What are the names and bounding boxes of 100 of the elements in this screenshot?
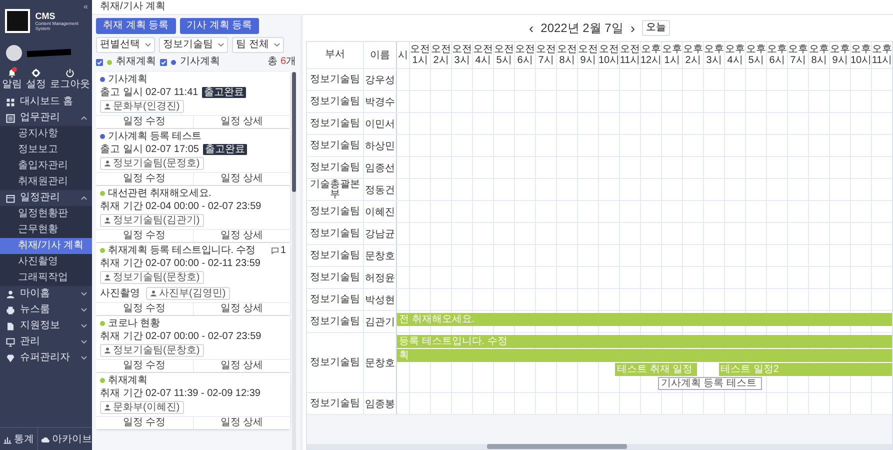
card-action-button[interactable]: 일정 수정 bbox=[96, 417, 192, 429]
hour-header: 오후 8시 bbox=[808, 42, 829, 68]
menu-item[interactable]: 마이홈 bbox=[0, 286, 92, 302]
submenu-item[interactable]: 출입자관리 bbox=[0, 158, 92, 174]
hour-header: 오후 6시 bbox=[766, 42, 787, 68]
person-icon bbox=[104, 404, 111, 411]
assignee-role: 사진촬영 bbox=[100, 287, 140, 300]
legend-label: 기사계획 bbox=[180, 56, 220, 68]
card-action-button[interactable]: 일정 상세 bbox=[192, 173, 290, 185]
card-action-button[interactable]: 일정 상세 bbox=[192, 303, 290, 315]
plan-date: 출고 일시 02-07 11:41 bbox=[100, 87, 198, 98]
filter-dropdown[interactable]: 팀 전체 bbox=[232, 37, 284, 53]
current-date: 2022년 2월 7일 bbox=[540, 20, 624, 36]
menu-label: 대시보드 홈 bbox=[20, 96, 74, 108]
previous-day-button[interactable]: ‹ bbox=[528, 21, 534, 35]
person-icon bbox=[104, 274, 111, 281]
name-cell: 이민서 bbox=[364, 113, 397, 134]
name-cell: 강남균 bbox=[364, 223, 397, 244]
card-action-button[interactable]: 일정 수정 bbox=[96, 116, 192, 128]
person-icon bbox=[104, 103, 111, 110]
schedule-bar[interactable]: 기사계획 등록 테스트 bbox=[658, 377, 762, 390]
submenu-item[interactable]: 사진촬영 bbox=[0, 254, 92, 270]
menu-item[interactable]: 뉴스룸 bbox=[0, 302, 92, 318]
submenu-item[interactable]: 취재/기사 계획 bbox=[0, 238, 92, 254]
caret-icon bbox=[274, 43, 280, 47]
submenu-item[interactable]: 근무현황 bbox=[0, 222, 92, 238]
plan-date: 취재 기간 02-07 00:00 - 02-07 23:59 bbox=[100, 331, 262, 342]
quick-action-label[interactable]: 설정 bbox=[26, 79, 46, 90]
hour-header: 오후 9시 bbox=[829, 42, 850, 68]
menu-label: 뉴스룸 bbox=[20, 304, 51, 316]
submenu-item[interactable]: 취재원관리 bbox=[0, 174, 92, 190]
submenu-item[interactable]: 공지사항 bbox=[0, 126, 92, 142]
legend-label: 취재계획 bbox=[116, 56, 156, 68]
menu-item[interactable]: 지원정보 bbox=[0, 318, 92, 334]
menu-item[interactable]: 대시보드 홈 bbox=[0, 94, 92, 110]
today-button[interactable]: 오늘 bbox=[642, 20, 670, 36]
name-cell: 문창호 bbox=[364, 245, 397, 266]
plan-title: 기사계획 등록 테스트 bbox=[108, 131, 202, 142]
card-action-button[interactable]: 일정 상세 bbox=[192, 230, 290, 242]
quick-action-label[interactable]: 로그아웃 bbox=[50, 79, 90, 90]
bar-chart-icon bbox=[3, 434, 12, 444]
hour-header: 오후 11시 bbox=[871, 42, 892, 68]
menu-item[interactable]: 슈퍼관리자 bbox=[0, 350, 92, 366]
column-header: 부서 bbox=[307, 42, 364, 68]
assignee-tag: 정보기술팀(문창호) bbox=[100, 271, 204, 284]
name-cell: 임종선 bbox=[364, 157, 397, 178]
submenu-item[interactable]: 정보보고 bbox=[0, 142, 92, 158]
hour-header: 오후 7시 bbox=[787, 42, 808, 68]
department-cell: 정보기술팀 bbox=[307, 201, 364, 222]
name-cell: 강우성 bbox=[364, 69, 397, 90]
checkbox[interactable] bbox=[160, 58, 167, 66]
card-action-button[interactable]: 일정 상세 bbox=[192, 360, 290, 372]
person-icon bbox=[104, 160, 111, 167]
hour-header: 오후 10시 bbox=[850, 42, 871, 68]
menu-label: 지원정보 bbox=[20, 320, 61, 332]
card-action-button[interactable]: 일정 상세 bbox=[192, 417, 290, 429]
department-cell: 정보기술팀 bbox=[307, 333, 364, 392]
scrollbar[interactable] bbox=[292, 72, 296, 450]
hour-header: 오전 7시 bbox=[535, 42, 556, 68]
department-cell: 정보기술팀 bbox=[307, 113, 364, 134]
list-icon bbox=[6, 114, 15, 122]
next-day-button[interactable]: › bbox=[630, 21, 636, 35]
quick-action-label[interactable]: 알림 bbox=[2, 79, 22, 90]
monitor-icon bbox=[6, 338, 15, 346]
caret-icon bbox=[145, 43, 151, 47]
hour-header: 오전 6시 bbox=[514, 42, 535, 68]
comment-count: 1 bbox=[280, 245, 286, 256]
filter-dropdown[interactable]: 편별선택 bbox=[96, 37, 155, 53]
filter-dropdown[interactable]: 정보기술팀 bbox=[159, 37, 228, 53]
assignee-tag: 정보기술팀(문창호) bbox=[100, 344, 204, 357]
footer-button[interactable]: 통계 bbox=[0, 428, 37, 450]
hour-header: 오전 2시 bbox=[430, 42, 451, 68]
hour-header: 시 bbox=[397, 48, 409, 62]
plan-title: 취재계획 등록 테스트입니다. 수정 bbox=[108, 245, 257, 256]
card-action-button[interactable]: 일정 상세 bbox=[192, 116, 290, 128]
hour-header: 오후 4시 bbox=[724, 42, 745, 68]
card-action-button[interactable]: 일정 수정 bbox=[96, 173, 192, 185]
hour-header: 오후 3시 bbox=[703, 42, 724, 68]
card-action-button[interactable]: 일정 수정 bbox=[96, 230, 192, 242]
checkbox[interactable] bbox=[96, 58, 103, 66]
register-button[interactable]: 취재 계획 등록 bbox=[96, 18, 176, 34]
plan-date: 취재 기간 02-07 11:39 - 02-09 12:39 bbox=[100, 388, 260, 399]
card-action-button[interactable]: 일정 수정 bbox=[96, 303, 192, 315]
menu-item[interactable]: 업무관리 bbox=[0, 110, 92, 126]
collapse-button[interactable]: « bbox=[84, 2, 88, 11]
department-cell: 정보기술팀 bbox=[307, 69, 364, 90]
status-badge: 출고완료 bbox=[202, 87, 246, 98]
register-button[interactable]: 기사 계획 등록 bbox=[180, 18, 260, 34]
submenu-item[interactable]: 그래픽작업 bbox=[0, 270, 92, 286]
card-action-button[interactable]: 일정 수정 bbox=[96, 360, 192, 372]
menu-item[interactable]: 관리 bbox=[0, 334, 92, 350]
horizontal-scrollbar[interactable] bbox=[307, 444, 892, 449]
diamond-icon bbox=[6, 354, 15, 362]
hour-header: 오전 9시 bbox=[577, 42, 598, 68]
submenu-item[interactable]: 일정현황판 bbox=[0, 206, 92, 222]
hour-header: 오전 4시 bbox=[472, 42, 493, 68]
hour-header: 오후 12시 bbox=[640, 42, 661, 68]
menu-item[interactable]: 일정관리 bbox=[0, 190, 92, 206]
menu-label: 관리 bbox=[20, 336, 41, 348]
status-badge: 출고완료 bbox=[202, 144, 247, 155]
